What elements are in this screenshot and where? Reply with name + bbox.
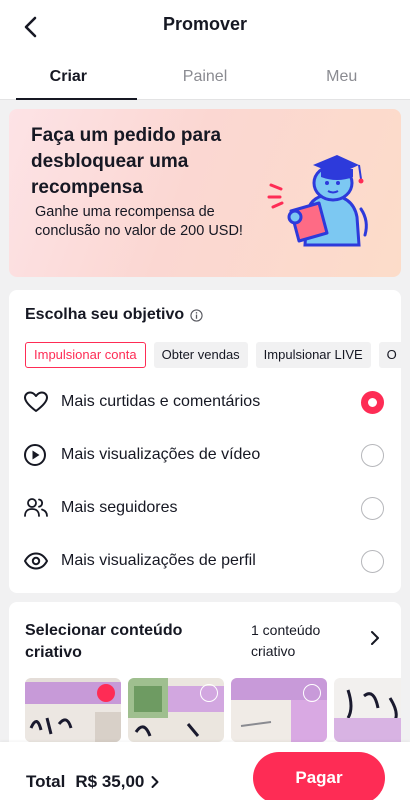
option-label: Mais visualizações de vídeo: [61, 446, 261, 463]
option-label: Mais visualizações de perfil: [61, 552, 256, 569]
creative-content-card: Selecionar conteúdo criativo 1 conteúdo …: [9, 602, 401, 742]
tab-meu[interactable]: Meu: [273, 58, 410, 99]
video-thumbnail[interactable]: [231, 678, 327, 742]
radio-unselected[interactable]: [361, 497, 384, 520]
thumbnail-image: [334, 678, 401, 742]
promo-title: Faça um pedido para desbloquear uma reco…: [31, 125, 222, 198]
objective-title-text: Escolha seu objetivo: [25, 306, 185, 323]
top-bar: Promover Criar Painel Meu: [0, 0, 410, 100]
chip-impulsionar-live[interactable]: Impulsionar LIVE: [255, 342, 371, 368]
content-section-title: Selecionar conteúdo criativo: [25, 622, 183, 661]
checkout-footer: Total R$ 35,00 Pagar: [0, 742, 410, 800]
student-illustration: [267, 155, 368, 247]
page-title: Promover: [162, 14, 248, 34]
content-count-link[interactable]: 1 conteúdo criativo: [251, 620, 361, 662]
eye-icon: [24, 552, 48, 570]
thumbnail-selected-check: [97, 684, 115, 702]
video-thumbnail[interactable]: [25, 678, 121, 742]
users-icon: [24, 498, 48, 517]
total-value: R$ 35,00: [75, 772, 145, 791]
radio-unselected[interactable]: [361, 444, 384, 467]
option-label: Mais seguidores: [61, 499, 178, 516]
option-label: Mais curtidas e comentários: [61, 393, 261, 410]
info-icon[interactable]: [190, 308, 203, 322]
pay-button[interactable]: Pagar: [253, 752, 385, 800]
promo-subtitle: Ganhe uma recompensa de conclusão no val…: [35, 204, 243, 239]
thumbnail-unselected-check: [303, 684, 321, 702]
option-more-followers[interactable]: Mais seguidores: [9, 486, 401, 530]
chevron-right-icon: [151, 776, 159, 788]
objective-chips: Impulsionar conta Obter vendas Impulsion…: [25, 342, 401, 370]
total-summary[interactable]: Total R$ 35,00: [26, 772, 160, 792]
option-more-likes[interactable]: Mais curtidas e comentários: [9, 380, 401, 424]
tab-bar: Criar Painel Meu: [0, 58, 410, 100]
option-more-profile-views[interactable]: Mais visualizações de perfil: [9, 539, 401, 583]
chip-obter-vendas[interactable]: Obter vendas: [153, 342, 248, 368]
chevron-right-icon[interactable]: [369, 630, 381, 646]
objective-card: Escolha seu objetivo Impulsionar conta O…: [9, 290, 401, 593]
play-circle-icon: [24, 444, 46, 466]
heart-icon: [24, 391, 48, 412]
tab-painel[interactable]: Painel: [137, 58, 274, 99]
thumbnail-unselected-check: [200, 684, 218, 702]
chip-more[interactable]: O: [378, 342, 401, 368]
tab-criar[interactable]: Criar: [0, 58, 137, 100]
content-thumbnails: [25, 678, 401, 742]
chip-impulsionar-conta[interactable]: Impulsionar conta: [25, 342, 146, 368]
total-label: Total: [26, 772, 66, 791]
radio-unselected[interactable]: [361, 550, 384, 573]
option-more-video-views[interactable]: Mais visualizações de vídeo: [9, 433, 401, 477]
radio-selected[interactable]: [361, 391, 384, 414]
reward-promo-banner[interactable]: Faça um pedido para desbloquear uma reco…: [9, 109, 401, 277]
objective-section-title: Escolha seu objetivo: [25, 306, 203, 324]
video-thumbnail[interactable]: [128, 678, 224, 742]
video-thumbnail[interactable]: [334, 678, 401, 742]
